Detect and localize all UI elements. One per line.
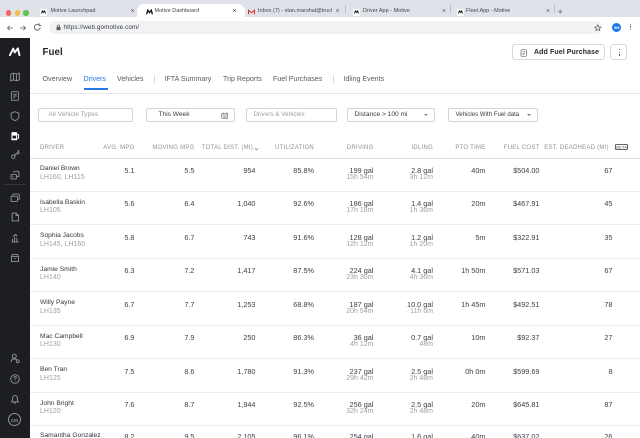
svg-text:BETA: BETA [616, 145, 627, 150]
